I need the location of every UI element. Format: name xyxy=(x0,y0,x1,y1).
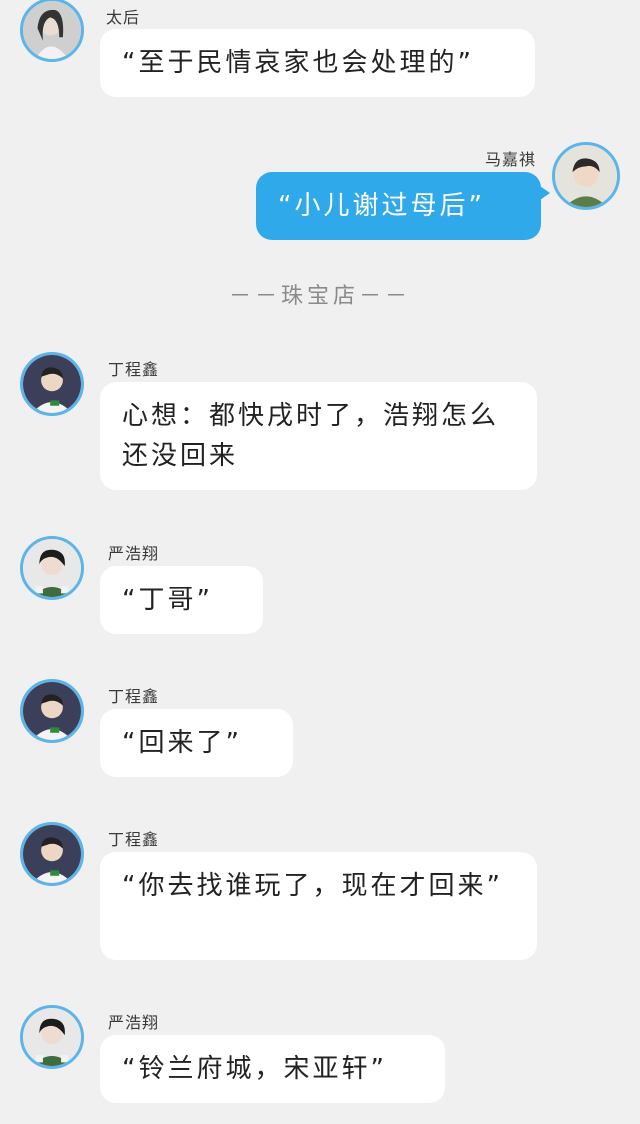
sender-name: 严浩翔 xyxy=(108,1013,160,1032)
avatar-empress-icon xyxy=(23,1,81,59)
message-bubble-self[interactable]: “小儿谢过母后” xyxy=(256,172,550,240)
sender-name: 严浩翔 xyxy=(108,544,160,563)
avatar-boy-icon xyxy=(555,145,617,207)
sender-name: 太后 xyxy=(106,8,141,27)
avatar-boy-icon xyxy=(23,539,81,597)
avatar-boy-icon xyxy=(23,825,81,883)
avatar-boy-icon xyxy=(23,355,81,413)
avatar[interactable] xyxy=(552,142,620,210)
sender-name: 马嘉祺 xyxy=(484,150,536,169)
message-bubble[interactable]: “至于民情哀家也会处理的” xyxy=(100,29,535,97)
message-bubble[interactable]: “你去找谁玩了，现在才回来” xyxy=(100,852,537,960)
message-bubble[interactable]: “铃兰府城，宋亚轩” xyxy=(100,1035,445,1103)
message-bubble[interactable]: “丁哥” xyxy=(100,566,263,634)
sender-name: 丁程鑫 xyxy=(108,830,160,849)
bubble-tail xyxy=(540,186,550,200)
avatar[interactable] xyxy=(20,352,84,416)
sender-name: 丁程鑫 xyxy=(108,687,160,706)
message-text: “小儿谢过母后” xyxy=(278,191,485,221)
avatar[interactable] xyxy=(20,1005,84,1069)
avatar[interactable] xyxy=(20,536,84,600)
sender-name: 丁程鑫 xyxy=(108,360,160,379)
avatar[interactable] xyxy=(20,0,84,62)
avatar[interactable] xyxy=(20,679,84,743)
message-bubble[interactable]: 心想：都快戌时了，浩翔怎么还没回来 xyxy=(100,382,537,490)
message-bubble[interactable]: “回来了” xyxy=(100,709,293,777)
avatar-boy-icon xyxy=(23,1008,81,1066)
scene-divider: －－珠宝店－－ xyxy=(228,284,411,309)
avatar[interactable] xyxy=(20,822,84,886)
avatar-boy-icon xyxy=(23,682,81,740)
